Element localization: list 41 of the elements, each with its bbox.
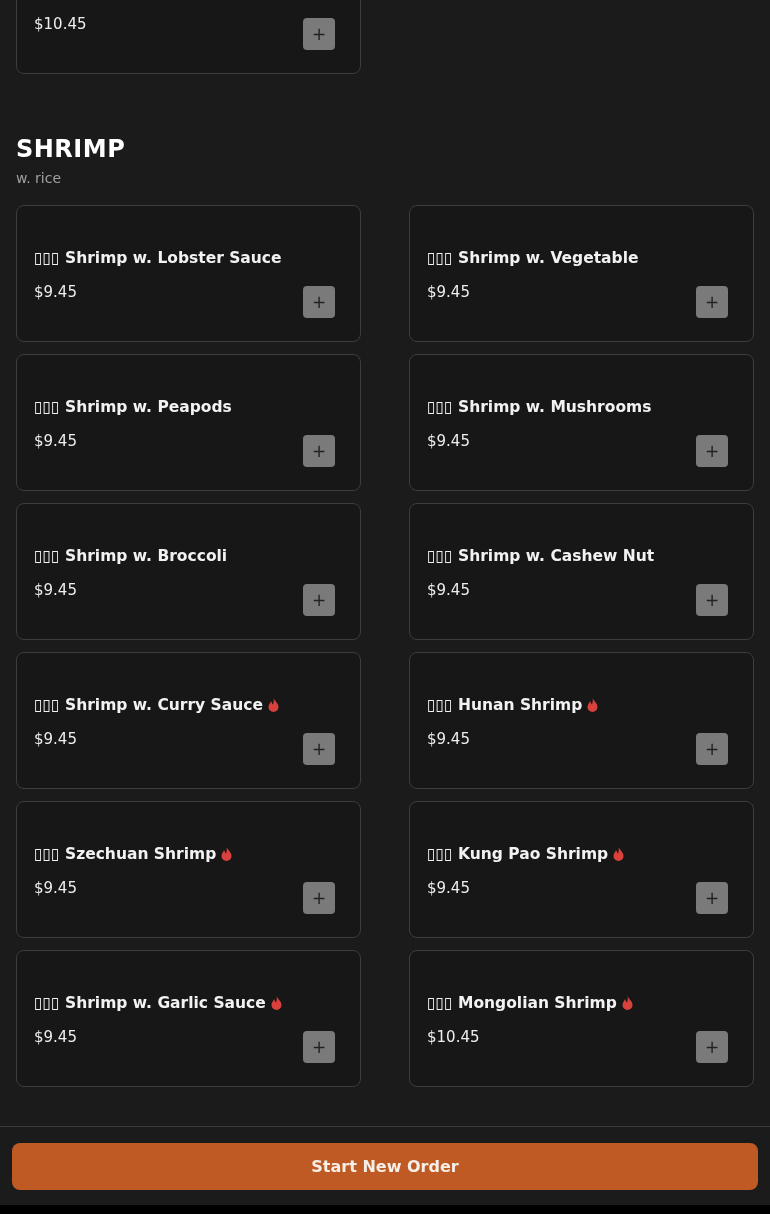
item-price: $10.45 [427,1027,480,1047]
add-button[interactable]: + [303,18,335,50]
item-price: $9.45 [34,580,77,600]
item-price: $9.45 [427,431,470,451]
add-button[interactable]: + [303,733,335,765]
item-name: ▯▯▯ Shrimp w. Mushrooms [427,397,652,417]
item-price: $9.45 [34,282,77,302]
item-name: ▯▯▯ Shrimp w. Curry Sauce [34,695,263,715]
add-button[interactable]: + [303,882,335,914]
item-price: $9.45 [427,729,470,749]
item-price: $9.45 [427,878,470,898]
section-subtitle: w. rice [16,170,63,187]
item-name: ▯▯▯ Kung Pao Shrimp [427,844,609,864]
item-name: ▯▯▯ Hunan Shrimp [427,695,583,715]
add-button[interactable]: + [303,1031,335,1063]
section-title: SHRIMP [16,135,127,163]
item-name: ▯▯▯ Shrimp w. Broccoli [34,546,228,566]
item-name: ▯▯▯ Szechuan Shrimp [34,844,217,864]
item-name: ▯▯▯ Shrimp w. Lobster Sauce [34,248,282,268]
item-name: ▯▯▯ Mongolian Shrimp [427,993,617,1013]
item-price: $9.45 [34,1027,77,1047]
item-name: ▯▯▯ Shrimp w. Cashew Nut [427,546,655,566]
add-button[interactable]: + [696,435,728,467]
add-button[interactable]: + [696,733,728,765]
item-price: $9.45 [34,878,77,898]
add-button[interactable]: + [696,286,728,318]
add-button[interactable]: + [696,584,728,616]
add-button[interactable]: + [303,286,335,318]
item-name: ▯▯▯ Shrimp w. Peapods [34,397,232,417]
item-price: $9.45 [34,729,77,749]
item-price: $9.45 [427,282,470,302]
add-button[interactable]: + [303,584,335,616]
item-price: $9.45 [34,431,77,451]
item-price: $9.45 [427,580,470,600]
add-button[interactable]: + [696,882,728,914]
add-button[interactable]: + [696,1031,728,1063]
add-button[interactable]: + [303,435,335,467]
item-name: ▯▯▯ Shrimp w. Garlic Sauce [34,993,266,1013]
start-new-order-button[interactable]: Start New Order [12,1143,758,1190]
item-price: $10.45 [34,14,87,34]
item-name: ▯▯▯ Shrimp w. Vegetable [427,248,639,268]
